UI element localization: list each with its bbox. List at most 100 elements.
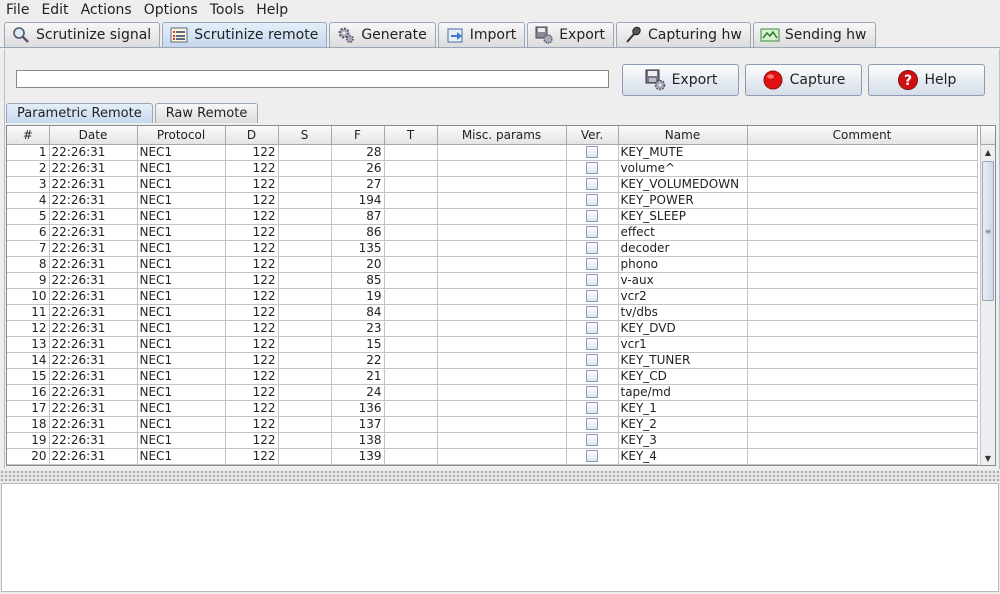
table-row[interactable]: 1 22:26:31 NEC1 122 28 KEY_MUTE bbox=[7, 144, 978, 161]
name-cell[interactable]: effect bbox=[618, 224, 748, 241]
d-cell[interactable]: 122 bbox=[225, 208, 279, 225]
d-cell[interactable]: 122 bbox=[225, 368, 279, 385]
protocol-cell[interactable]: NEC1 bbox=[137, 320, 226, 337]
table-row[interactable]: 13 22:26:31 NEC1 122 15 vcr1 bbox=[7, 336, 978, 353]
verified-checkbox[interactable] bbox=[586, 370, 598, 382]
d-cell[interactable]: 122 bbox=[225, 432, 279, 449]
comment-cell[interactable] bbox=[747, 432, 978, 449]
row-index[interactable]: 12 bbox=[7, 320, 50, 337]
date-cell[interactable]: 22:26:31 bbox=[49, 160, 138, 177]
protocol-cell[interactable]: NEC1 bbox=[137, 288, 226, 305]
s-cell[interactable] bbox=[278, 208, 332, 225]
f-cell[interactable]: 86 bbox=[331, 224, 385, 241]
date-cell[interactable]: 22:26:31 bbox=[49, 416, 138, 433]
misc-params-cell[interactable] bbox=[437, 224, 567, 241]
d-cell[interactable]: 122 bbox=[225, 224, 279, 241]
table-row[interactable]: 8 22:26:31 NEC1 122 20 phono bbox=[7, 256, 978, 273]
f-cell[interactable]: 15 bbox=[331, 336, 385, 353]
row-index[interactable]: 5 bbox=[7, 208, 50, 225]
d-cell[interactable]: 122 bbox=[225, 272, 279, 289]
verified-checkbox[interactable] bbox=[586, 418, 598, 430]
comment-cell[interactable] bbox=[747, 448, 978, 465]
name-cell[interactable]: KEY_POWER bbox=[618, 192, 748, 209]
row-index[interactable]: 9 bbox=[7, 272, 50, 289]
comment-cell[interactable] bbox=[747, 256, 978, 273]
s-cell[interactable] bbox=[278, 336, 332, 353]
name-cell[interactable]: decoder bbox=[618, 240, 748, 257]
s-cell[interactable] bbox=[278, 320, 332, 337]
f-cell[interactable]: 28 bbox=[331, 144, 385, 161]
menu-options[interactable]: Options bbox=[138, 0, 204, 20]
col-t-header[interactable]: T bbox=[384, 126, 438, 145]
protocol-cell[interactable]: NEC1 bbox=[137, 240, 226, 257]
decode-text-field[interactable] bbox=[16, 70, 609, 88]
protocol-cell[interactable]: NEC1 bbox=[137, 176, 226, 193]
s-cell[interactable] bbox=[278, 224, 332, 241]
verified-checkbox[interactable] bbox=[586, 146, 598, 158]
f-cell[interactable]: 135 bbox=[331, 240, 385, 257]
d-cell[interactable]: 122 bbox=[225, 176, 279, 193]
verified-checkbox[interactable] bbox=[586, 242, 598, 254]
name-cell[interactable]: KEY_CD bbox=[618, 368, 748, 385]
row-index[interactable]: 20 bbox=[7, 448, 50, 465]
col-d-header[interactable]: D bbox=[225, 126, 279, 145]
tab-import[interactable]: Import bbox=[437, 22, 526, 47]
table-row[interactable]: 16 22:26:31 NEC1 122 24 tape/md bbox=[7, 384, 978, 401]
f-cell[interactable]: 19 bbox=[331, 288, 385, 305]
protocol-cell[interactable]: NEC1 bbox=[137, 384, 226, 401]
misc-params-cell[interactable] bbox=[437, 208, 567, 225]
name-cell[interactable]: tape/md bbox=[618, 384, 748, 401]
table-row[interactable]: 11 22:26:31 NEC1 122 84 tv/dbs bbox=[7, 304, 978, 321]
s-cell[interactable] bbox=[278, 240, 332, 257]
f-cell[interactable]: 22 bbox=[331, 352, 385, 369]
table-row[interactable]: 18 22:26:31 NEC1 122 137 KEY_2 bbox=[7, 416, 978, 433]
misc-params-cell[interactable] bbox=[437, 448, 567, 465]
row-index[interactable]: 2 bbox=[7, 160, 50, 177]
t-cell[interactable] bbox=[384, 320, 438, 337]
scroll-down-arrow-icon[interactable]: ▼ bbox=[981, 451, 995, 465]
verified-checkbox[interactable] bbox=[586, 354, 598, 366]
misc-params-cell[interactable] bbox=[437, 368, 567, 385]
row-index[interactable]: 17 bbox=[7, 400, 50, 417]
misc-params-cell[interactable] bbox=[437, 416, 567, 433]
row-index[interactable]: 3 bbox=[7, 176, 50, 193]
protocol-cell[interactable]: NEC1 bbox=[137, 400, 226, 417]
comment-cell[interactable] bbox=[747, 288, 978, 305]
name-cell[interactable]: KEY_DVD bbox=[618, 320, 748, 337]
verified-checkbox[interactable] bbox=[586, 402, 598, 414]
table-row[interactable]: 20 22:26:31 NEC1 122 139 KEY_4 bbox=[7, 448, 978, 465]
t-cell[interactable] bbox=[384, 208, 438, 225]
s-cell[interactable] bbox=[278, 192, 332, 209]
table-row[interactable]: 19 22:26:31 NEC1 122 138 KEY_3 bbox=[7, 432, 978, 449]
name-cell[interactable]: phono bbox=[618, 256, 748, 273]
misc-params-cell[interactable] bbox=[437, 192, 567, 209]
verified-checkbox[interactable] bbox=[586, 450, 598, 462]
table-vertical-scrollbar[interactable]: ▲ ≡ ▼ bbox=[980, 145, 995, 465]
f-cell[interactable]: 138 bbox=[331, 432, 385, 449]
row-index[interactable]: 13 bbox=[7, 336, 50, 353]
protocol-cell[interactable]: NEC1 bbox=[137, 144, 226, 161]
s-cell[interactable] bbox=[278, 304, 332, 321]
t-cell[interactable] bbox=[384, 272, 438, 289]
comment-cell[interactable] bbox=[747, 176, 978, 193]
date-cell[interactable]: 22:26:31 bbox=[49, 256, 138, 273]
menu-edit[interactable]: Edit bbox=[35, 0, 74, 20]
t-cell[interactable] bbox=[384, 192, 438, 209]
table-row[interactable]: 10 22:26:31 NEC1 122 19 vcr2 bbox=[7, 288, 978, 305]
date-cell[interactable]: 22:26:31 bbox=[49, 400, 138, 417]
protocol-cell[interactable]: NEC1 bbox=[137, 192, 226, 209]
tab-capturing-hw[interactable]: Capturing hw bbox=[616, 22, 751, 47]
table-row[interactable]: 12 22:26:31 NEC1 122 23 KEY_DVD bbox=[7, 320, 978, 337]
verified-checkbox[interactable] bbox=[586, 386, 598, 398]
protocol-cell[interactable]: NEC1 bbox=[137, 272, 226, 289]
protocol-cell[interactable]: NEC1 bbox=[137, 224, 226, 241]
s-cell[interactable] bbox=[278, 416, 332, 433]
verified-checkbox[interactable] bbox=[586, 306, 598, 318]
f-cell[interactable]: 23 bbox=[331, 320, 385, 337]
d-cell[interactable]: 122 bbox=[225, 144, 279, 161]
protocol-cell[interactable]: NEC1 bbox=[137, 432, 226, 449]
row-index[interactable]: 19 bbox=[7, 432, 50, 449]
d-cell[interactable]: 122 bbox=[225, 400, 279, 417]
tab-parametric-remote[interactable]: Parametric Remote bbox=[6, 103, 153, 123]
verified-checkbox[interactable] bbox=[586, 322, 598, 334]
